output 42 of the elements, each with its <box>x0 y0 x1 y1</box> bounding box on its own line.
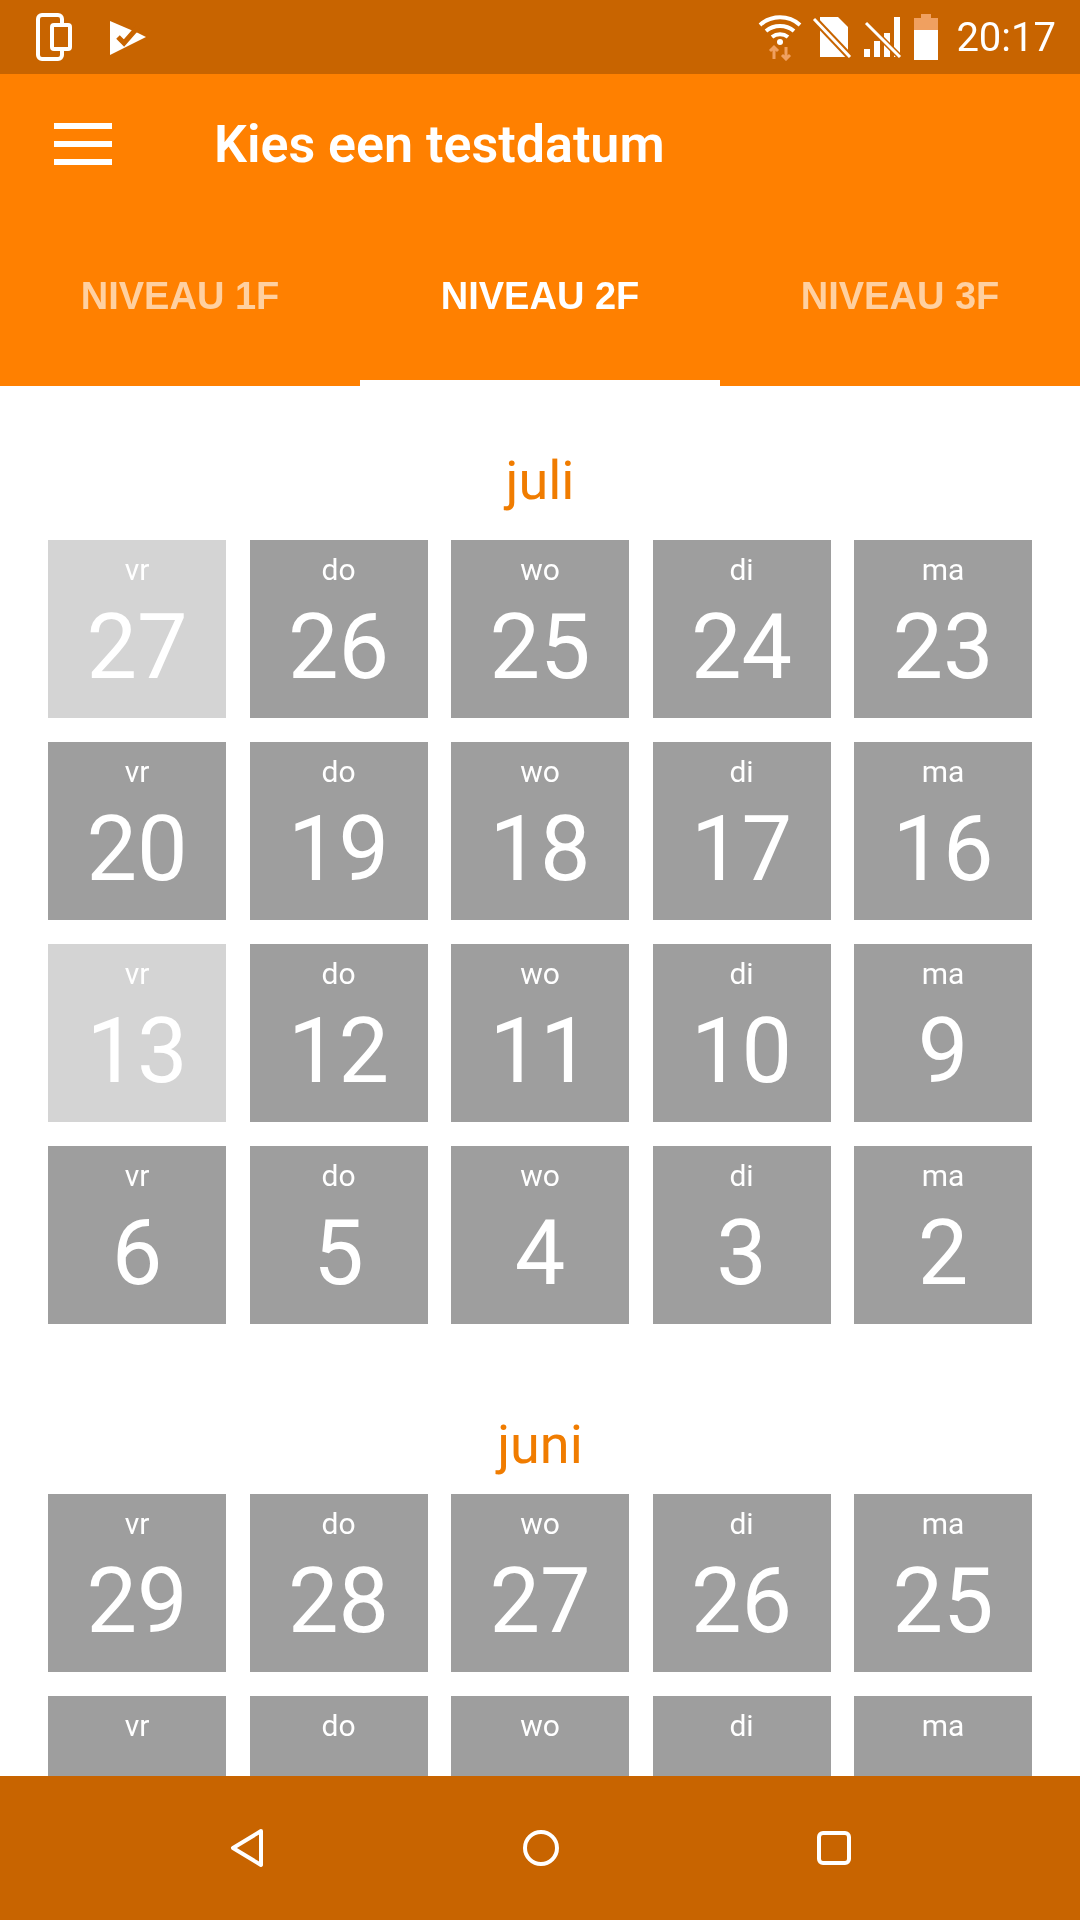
date-tile[interactable]: di 26 <box>652 1494 831 1672</box>
date-tile[interactable]: wo 18 <box>451 742 629 920</box>
menu-icon[interactable] <box>54 123 112 165</box>
date-tile[interactable]: do 28 <box>249 1494 428 1672</box>
phone-icon <box>36 13 72 61</box>
date-tile[interactable]: di <box>652 1696 831 1776</box>
date-tile[interactable]: wo 11 <box>451 944 629 1122</box>
date-tile[interactable]: do <box>249 1696 428 1776</box>
date-tile[interactable]: vr 6 <box>48 1146 226 1324</box>
date-tile[interactable]: ma 9 <box>854 944 1032 1122</box>
month-heading: juni <box>497 1411 583 1476</box>
date-tile[interactable]: di 10 <box>652 944 831 1122</box>
date-tile[interactable]: ma <box>854 1696 1032 1776</box>
no-sim-icon <box>812 15 853 59</box>
wifi-icon <box>758 13 803 61</box>
date-tile[interactable]: wo 25 <box>451 540 629 718</box>
month-heading: juli <box>505 447 575 512</box>
clock-time: 20:17 <box>956 13 1056 61</box>
date-tile[interactable]: ma 25 <box>854 1494 1032 1672</box>
date-tile[interactable]: wo 4 <box>451 1146 629 1324</box>
battery-icon <box>914 14 939 60</box>
date-tile[interactable]: do 5 <box>249 1146 428 1324</box>
date-tile[interactable]: ma 23 <box>854 540 1032 718</box>
date-tile[interactable]: wo <box>451 1696 629 1776</box>
tab[interactable]: NIVEAU 1F <box>0 214 360 386</box>
date-tile[interactable]: ma 16 <box>854 742 1032 920</box>
date-tile[interactable]: di 24 <box>652 540 831 718</box>
date-tile[interactable]: vr 29 <box>48 1494 226 1672</box>
date-tile[interactable]: di 17 <box>652 742 831 920</box>
recents-icon[interactable] <box>817 1831 852 1865</box>
date-tile[interactable]: ma 2 <box>854 1146 1032 1324</box>
screen-title: Kies een testdatum <box>214 113 665 175</box>
date-tile[interactable]: vr 20 <box>48 742 226 920</box>
date-tile[interactable]: vr <box>48 1696 226 1776</box>
back-icon[interactable] <box>228 1828 265 1868</box>
date-tile[interactable]: do 26 <box>249 540 428 718</box>
date-tile[interactable]: di 3 <box>652 1146 831 1324</box>
date-tile[interactable]: wo 27 <box>451 1494 629 1672</box>
date-tile[interactable]: do 19 <box>249 742 428 920</box>
home-icon[interactable] <box>522 1829 560 1867</box>
tab[interactable]: NIVEAU 3F <box>720 214 1080 386</box>
date-tile[interactable]: do 12 <box>249 944 428 1122</box>
